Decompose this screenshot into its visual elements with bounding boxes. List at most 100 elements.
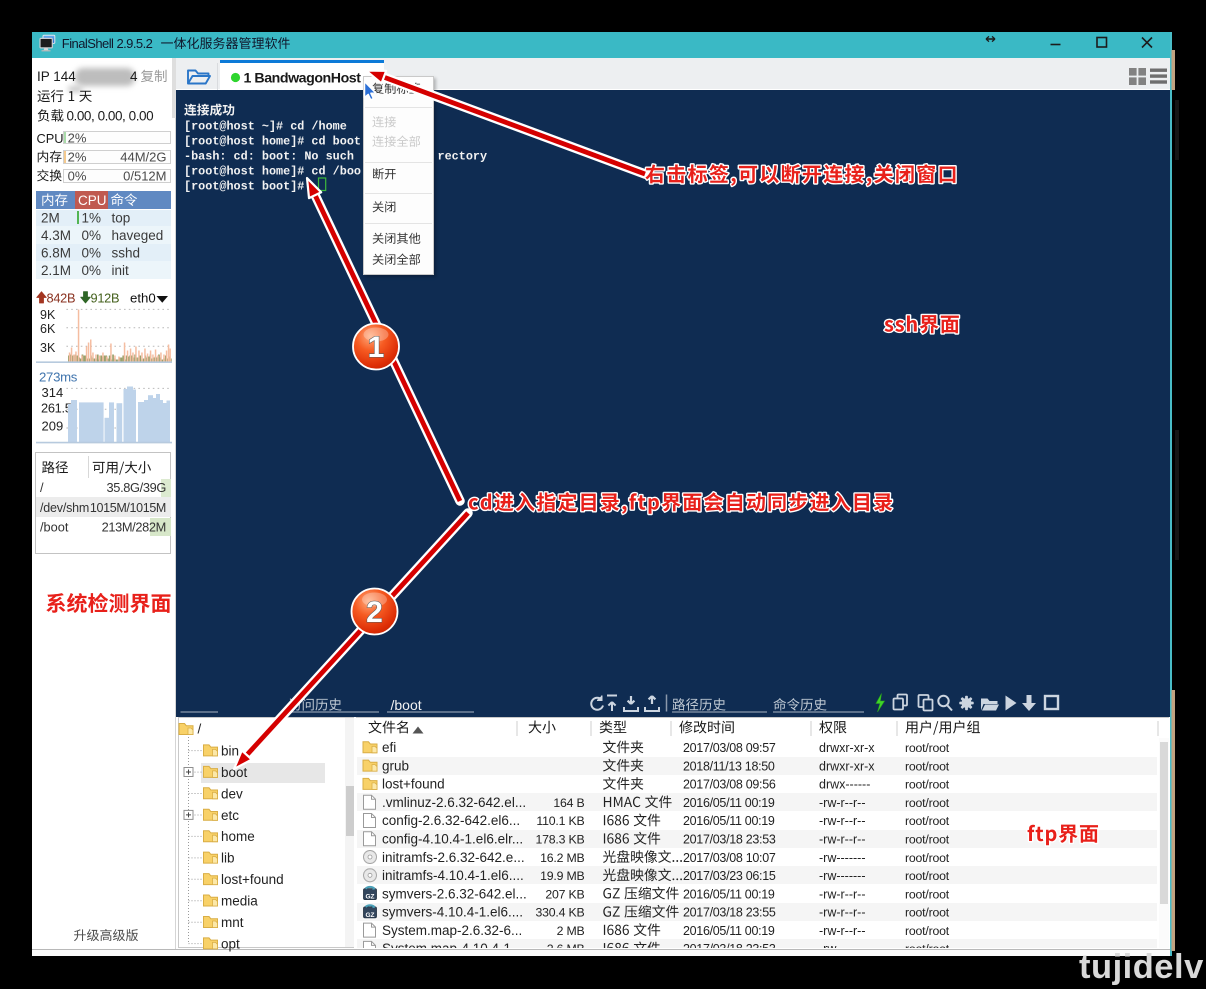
svg-text:6K: 6K bbox=[40, 322, 56, 336]
svg-text:drwxr-xr-x: drwxr-xr-x bbox=[819, 741, 875, 755]
svg-text:root/root: root/root bbox=[905, 869, 950, 883]
svg-text:-rw-r--r--: -rw-r--r-- bbox=[819, 814, 866, 828]
svg-text:3K: 3K bbox=[40, 341, 56, 355]
svg-text:-rw-r--r--: -rw-r--r-- bbox=[819, 887, 866, 901]
svg-text:symvers-2.6.32-642.el...: symvers-2.6.32-642.el... bbox=[382, 886, 527, 901]
svg-text:2M: 2M bbox=[41, 210, 60, 225]
svg-text:sshd: sshd bbox=[112, 245, 141, 260]
svg-text:efi: efi bbox=[382, 740, 396, 755]
svg-text:-rw-------: -rw------- bbox=[819, 869, 866, 883]
svg-text:root/root: root/root bbox=[905, 833, 950, 847]
svg-text:0.00, 0.00, 0.00: 0.00, 0.00, 0.00 bbox=[67, 109, 154, 124]
svg-text:-rw-r--r--: -rw-r--r-- bbox=[819, 833, 866, 847]
svg-text:config-4.10.4-1.el6.elr...: config-4.10.4-1.el6.elr... bbox=[382, 832, 523, 847]
svg-text:110.1 KB: 110.1 KB bbox=[536, 814, 584, 828]
svg-text:2017/03/23 06:15: 2017/03/23 06:15 bbox=[683, 869, 776, 883]
svg-text:-rw-------: -rw------- bbox=[819, 942, 866, 956]
svg-text:media: media bbox=[221, 894, 258, 909]
svg-text:16.2 MB: 16.2 MB bbox=[540, 851, 584, 865]
svg-text:2017/03/08 10:07: 2017/03/08 10:07 bbox=[683, 851, 776, 865]
svg-text:6.8M: 6.8M bbox=[41, 245, 71, 260]
svg-text:[root@host home]# cd boot: [root@host home]# cd boot bbox=[184, 135, 361, 149]
svg-text:0%: 0% bbox=[82, 228, 102, 243]
svg-text:symvers-4.10.4-1.el6....: symvers-4.10.4-1.el6.... bbox=[382, 905, 523, 920]
svg-text:314: 314 bbox=[42, 385, 64, 400]
svg-text:lost+found: lost+found bbox=[382, 777, 445, 792]
svg-text:-bash: cd: boot: No such: -bash: cd: boot: No such bbox=[184, 150, 354, 164]
svg-text:GZ: GZ bbox=[365, 912, 374, 919]
svg-text:CPU: CPU bbox=[78, 193, 107, 208]
svg-text:lost+found: lost+found bbox=[221, 872, 284, 887]
svg-text:-rw-r--r--: -rw-r--r-- bbox=[819, 924, 866, 938]
svg-text:[root@host ~]# cd /home: [root@host ~]# cd /home bbox=[184, 120, 347, 134]
svg-text:root/root: root/root bbox=[905, 887, 950, 901]
svg-text:root/root: root/root bbox=[905, 778, 950, 792]
svg-text:1%: 1% bbox=[82, 210, 102, 225]
svg-text:bin: bin bbox=[221, 743, 239, 758]
svg-text:842B: 842B bbox=[47, 291, 76, 306]
svg-text:1 BandwagonHost: 1 BandwagonHost bbox=[244, 71, 362, 87]
svg-text:root/root: root/root bbox=[905, 759, 950, 773]
svg-text:209: 209 bbox=[42, 418, 64, 433]
svg-text:root/root: root/root bbox=[905, 906, 950, 920]
svg-text:root/root: root/root bbox=[905, 942, 950, 956]
svg-text:config-2.6.32-642.el6...: config-2.6.32-642.el6... bbox=[382, 813, 520, 828]
svg-text:35.8G/39G: 35.8G/39G bbox=[107, 480, 166, 495]
svg-text:drwxr-xr-x: drwxr-xr-x bbox=[819, 759, 875, 773]
svg-text:2017/03/18 23:55: 2017/03/18 23:55 bbox=[683, 906, 776, 920]
svg-text:/boot: /boot bbox=[40, 520, 69, 535]
svg-text:-rw-r--r--: -rw-r--r-- bbox=[819, 906, 866, 920]
svg-text:mnt: mnt bbox=[221, 915, 244, 930]
svg-text:1015M/1015M: 1015M/1015M bbox=[90, 501, 166, 515]
svg-text:164 B: 164 B bbox=[553, 796, 584, 810]
svg-text:opt: opt bbox=[221, 936, 240, 951]
svg-text:haveged: haveged bbox=[112, 228, 164, 243]
svg-text:[root@host home]# cd /boo: [root@host home]# cd /boo bbox=[184, 165, 361, 179]
svg-text:eth0: eth0 bbox=[130, 291, 156, 306]
svg-text:2017/03/08 09:57: 2017/03/08 09:57 bbox=[683, 741, 776, 755]
svg-text:initramfs-4.10.4-1.el6....: initramfs-4.10.4-1.el6.... bbox=[382, 868, 524, 883]
svg-text:273ms: 273ms bbox=[39, 370, 78, 385]
svg-text:root/root: root/root bbox=[905, 851, 950, 865]
svg-text:drwx------: drwx------ bbox=[819, 778, 870, 792]
svg-text:root/root: root/root bbox=[905, 796, 950, 810]
svg-text:/: / bbox=[40, 480, 44, 495]
svg-text:2016/05/11 00:19: 2016/05/11 00:19 bbox=[683, 924, 775, 938]
svg-text:2.6 MB: 2.6 MB bbox=[547, 942, 585, 956]
svg-text:0/512M: 0/512M bbox=[123, 168, 166, 183]
svg-text:2%: 2% bbox=[68, 149, 87, 164]
svg-text:/boot: /boot bbox=[391, 697, 422, 713]
svg-text:.vmlinuz-2.6.32-642.el...: .vmlinuz-2.6.32-642.el... bbox=[382, 795, 526, 810]
svg-text:4.3M: 4.3M bbox=[41, 228, 71, 243]
svg-text:19.9 MB: 19.9 MB bbox=[540, 869, 584, 883]
svg-text:root/root: root/root bbox=[905, 924, 950, 938]
svg-text:[root@host boot]#: [root@host boot]# bbox=[184, 180, 304, 194]
svg-text:912B: 912B bbox=[91, 291, 120, 306]
svg-text:261.5: 261.5 bbox=[41, 400, 72, 415]
svg-text:2016/05/11 00:19: 2016/05/11 00:19 bbox=[683, 887, 775, 901]
svg-text:tujidelv: tujidelv bbox=[1079, 948, 1204, 986]
svg-text:IP 144: IP 144 bbox=[37, 69, 76, 84]
svg-text:207 KB: 207 KB bbox=[545, 887, 584, 901]
svg-text:1: 1 bbox=[368, 331, 385, 364]
svg-text:System.map-2.6.32-6...: System.map-2.6.32-6... bbox=[382, 923, 522, 938]
svg-text:2 MB: 2 MB bbox=[557, 924, 585, 938]
svg-text:top: top bbox=[112, 210, 131, 225]
svg-text:lib: lib bbox=[221, 851, 235, 866]
svg-text:home: home bbox=[221, 829, 255, 844]
svg-text:dev: dev bbox=[221, 786, 243, 801]
svg-text:0%: 0% bbox=[82, 245, 102, 260]
svg-text:root/root: root/root bbox=[905, 814, 950, 828]
svg-text:2.1M: 2.1M bbox=[41, 263, 71, 278]
svg-text:initramfs-2.6.32-642.e...: initramfs-2.6.32-642.e... bbox=[382, 850, 525, 865]
svg-text:init: init bbox=[112, 263, 130, 278]
svg-text:-rw-r--r--: -rw-r--r-- bbox=[819, 796, 866, 810]
svg-text:330.4 KB: 330.4 KB bbox=[536, 906, 585, 920]
svg-text:grub: grub bbox=[382, 758, 409, 773]
svg-text:FinalShell 2.9.5.2: FinalShell 2.9.5.2 bbox=[62, 36, 153, 51]
svg-text:2%: 2% bbox=[68, 130, 87, 145]
svg-text:etc: etc bbox=[221, 808, 239, 823]
svg-text:rectory: rectory bbox=[438, 150, 488, 164]
svg-text:2017/03/18 23:53: 2017/03/18 23:53 bbox=[683, 833, 776, 847]
svg-text:2018/11/13 18:50: 2018/11/13 18:50 bbox=[683, 759, 775, 773]
